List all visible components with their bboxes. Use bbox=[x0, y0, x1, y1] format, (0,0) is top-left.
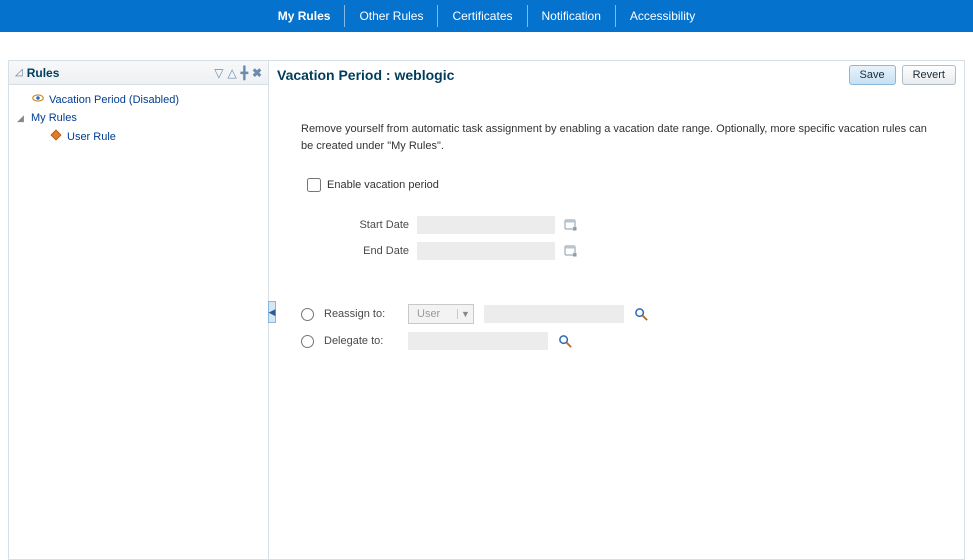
end-date-row: End Date bbox=[331, 242, 932, 260]
content-panel: ◀ Vacation Period : weblogic Save Revert… bbox=[269, 61, 964, 559]
delegate-label: Delegate to: bbox=[324, 335, 398, 347]
reassign-label: Reassign to: bbox=[324, 308, 398, 320]
search-icon[interactable] bbox=[634, 307, 649, 322]
tab-accessibility[interactable]: Accessibility bbox=[616, 5, 709, 27]
main-container: ◿ Rules ▽ △ ╋ ✖ Vacation Period (Disable… bbox=[8, 60, 965, 560]
reassign-type-value: User bbox=[409, 308, 457, 320]
vacation-icon bbox=[31, 91, 45, 108]
reassign-value-input[interactable] bbox=[484, 305, 624, 323]
filter-up-icon[interactable]: △ bbox=[227, 66, 236, 80]
calendar-icon[interactable] bbox=[563, 243, 579, 259]
tree-label-vacation: Vacation Period (Disabled) bbox=[49, 94, 179, 106]
sidebar: ◿ Rules ▽ △ ╋ ✖ Vacation Period (Disable… bbox=[9, 61, 269, 559]
enable-vacation-checkbox[interactable] bbox=[307, 178, 321, 192]
reassign-radio[interactable] bbox=[301, 308, 314, 321]
enable-vacation-label: Enable vacation period bbox=[327, 179, 439, 191]
content-body: Remove yourself from automatic task assi… bbox=[269, 121, 964, 350]
help-text: Remove yourself from automatic task assi… bbox=[301, 121, 932, 154]
end-date-input[interactable] bbox=[417, 242, 555, 260]
top-nav-bar: My Rules Other Rules Certificates Notifi… bbox=[0, 0, 973, 32]
rules-tree: Vacation Period (Disabled) ◢ My Rules Us… bbox=[9, 85, 268, 151]
page-title: Vacation Period : weblogic bbox=[277, 65, 454, 83]
delegate-value-input[interactable] bbox=[408, 332, 548, 350]
tab-notification[interactable]: Notification bbox=[528, 5, 616, 27]
add-icon[interactable]: ╋ bbox=[241, 66, 248, 80]
tree-item-user-rule[interactable]: User Rule bbox=[15, 126, 262, 147]
start-date-label: Start Date bbox=[331, 219, 409, 231]
rule-icon bbox=[49, 128, 63, 145]
calendar-icon[interactable] bbox=[563, 217, 579, 233]
search-icon[interactable] bbox=[558, 334, 573, 349]
start-date-input[interactable] bbox=[417, 216, 555, 234]
sidebar-actions: ▽ △ ╋ ✖ bbox=[214, 66, 262, 80]
enable-vacation-row: Enable vacation period bbox=[307, 178, 932, 192]
tab-certificates[interactable]: Certificates bbox=[438, 5, 527, 27]
top-nav: My Rules Other Rules Certificates Notifi… bbox=[264, 5, 709, 27]
tree-item-my-rules[interactable]: ◢ My Rules bbox=[15, 110, 262, 126]
start-date-row: Start Date bbox=[331, 216, 932, 234]
tree-expand-icon[interactable]: ◢ bbox=[17, 113, 27, 124]
filter-down-icon[interactable]: ▽ bbox=[214, 66, 223, 80]
content-header: Vacation Period : weblogic Save Revert bbox=[269, 61, 964, 93]
delegate-row: Delegate to: bbox=[301, 332, 932, 350]
reassign-row: Reassign to: User ▼ bbox=[301, 304, 932, 324]
sidebar-title: Rules bbox=[27, 66, 60, 80]
chevron-down-icon: ▼ bbox=[457, 309, 473, 319]
content-actions: Save Revert bbox=[849, 65, 956, 85]
delete-icon[interactable]: ✖ bbox=[252, 66, 262, 80]
delegate-radio[interactable] bbox=[301, 335, 314, 348]
tab-my-rules[interactable]: My Rules bbox=[264, 5, 346, 27]
tree-item-vacation-period[interactable]: Vacation Period (Disabled) bbox=[15, 89, 262, 110]
tree-label-myrules: My Rules bbox=[31, 112, 77, 124]
tab-other-rules[interactable]: Other Rules bbox=[345, 5, 438, 27]
save-button[interactable]: Save bbox=[849, 65, 896, 85]
collapse-panel-icon[interactable]: ◿ bbox=[15, 67, 23, 78]
assignment-block: Reassign to: User ▼ Delegate to: bbox=[301, 304, 932, 350]
end-date-label: End Date bbox=[331, 245, 409, 257]
sidebar-header: ◿ Rules ▽ △ ╋ ✖ bbox=[9, 61, 268, 85]
splitter-collapse-handle[interactable]: ◀ bbox=[268, 301, 276, 323]
revert-button[interactable]: Revert bbox=[902, 65, 956, 85]
reassign-type-select[interactable]: User ▼ bbox=[408, 304, 474, 324]
date-fields: Start Date End Date bbox=[331, 216, 932, 260]
tree-label-userrule: User Rule bbox=[67, 131, 116, 143]
